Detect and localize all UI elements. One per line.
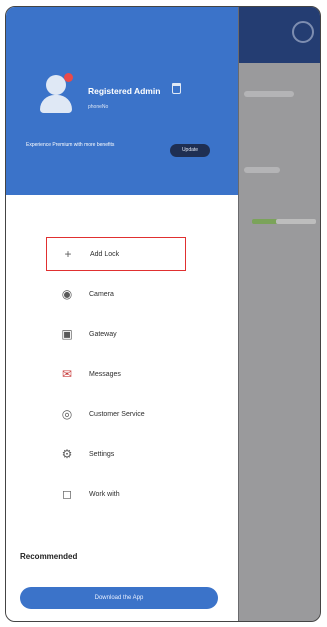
gateway-icon: ▣ bbox=[61, 327, 73, 341]
username: Registered Admin bbox=[88, 86, 161, 96]
search-icon bbox=[292, 21, 314, 43]
menu-item-label: Messages bbox=[89, 370, 121, 378]
menu-item-gateway[interactable]: ▣ Gateway bbox=[46, 317, 186, 351]
menu-item-label: Work with bbox=[89, 490, 120, 498]
headset-icon: ◎ bbox=[61, 407, 73, 421]
recommended-button[interactable]: Download the App bbox=[20, 587, 218, 609]
link-icon: ◻ bbox=[62, 487, 72, 501]
gear-icon: ⚙ bbox=[61, 447, 73, 461]
menu-item-label: Gateway bbox=[89, 330, 117, 338]
recommended-title: Recommended bbox=[20, 552, 78, 561]
phone-number: phoneNo bbox=[88, 104, 109, 110]
menu-item-camera[interactable]: ◉ Camera bbox=[46, 277, 186, 311]
menu-item-messages[interactable]: ✉ Messages bbox=[46, 357, 186, 391]
background-text-line bbox=[276, 219, 316, 224]
plus-icon: + bbox=[64, 247, 72, 261]
upgrade-button[interactable]: Update bbox=[170, 144, 210, 157]
drawer-header: Registered Admin phoneNo Experience Prem… bbox=[6, 7, 238, 195]
menu-item-work-with[interactable]: ◻ Work with bbox=[46, 477, 186, 511]
avatar-head bbox=[46, 75, 66, 95]
menu-item-label: Camera bbox=[89, 290, 114, 298]
menu-item-label: Customer Service bbox=[89, 410, 145, 418]
message-icon: ✉ bbox=[61, 367, 73, 381]
promo-text: Experience Premium with more benefits bbox=[26, 142, 115, 148]
background-text-line bbox=[244, 167, 280, 173]
avatar[interactable] bbox=[38, 73, 74, 113]
menu-item-settings[interactable]: ⚙ Settings bbox=[46, 437, 186, 471]
drawer-divider bbox=[238, 7, 239, 621]
camera-icon: ◉ bbox=[61, 287, 73, 301]
trash-icon[interactable] bbox=[172, 83, 181, 94]
phone-screen: Registered Admin phoneNo Experience Prem… bbox=[5, 6, 321, 622]
menu-item-add-lock[interactable]: + Add Lock bbox=[46, 237, 186, 271]
notification-dot bbox=[64, 73, 73, 82]
menu-item-label: Settings bbox=[89, 450, 115, 458]
background-app[interactable] bbox=[238, 7, 320, 621]
avatar-body bbox=[40, 95, 72, 113]
background-text-line bbox=[244, 91, 294, 97]
side-drawer: Registered Admin phoneNo Experience Prem… bbox=[6, 7, 238, 621]
menu-item-label: Add Lock bbox=[90, 250, 120, 258]
screenshot-frame: Registered Admin phoneNo Experience Prem… bbox=[0, 0, 327, 627]
menu-item-customer-service[interactable]: ◎ Customer Service bbox=[46, 397, 186, 431]
background-app-header bbox=[238, 7, 320, 63]
